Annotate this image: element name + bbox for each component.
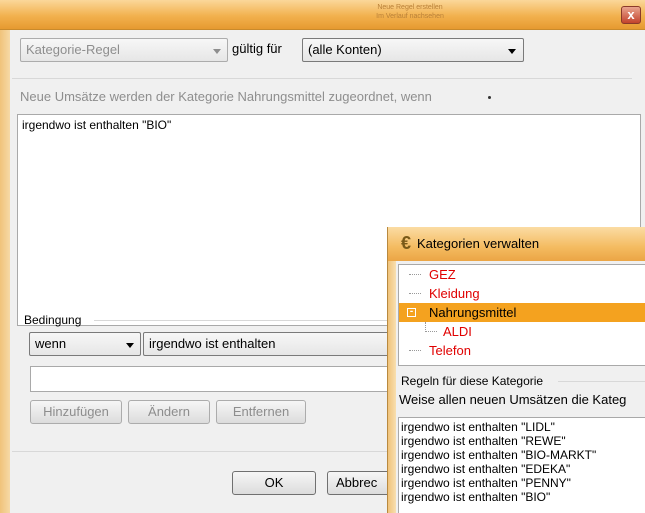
operator-value: wenn — [35, 336, 67, 351]
category-rule-item[interactable]: irgendwo ist enthalten "BIO-MARKT" — [401, 448, 596, 462]
divider — [12, 451, 397, 452]
dot-menu-icon[interactable] — [488, 96, 491, 99]
tree-connector — [425, 322, 426, 332]
divider — [12, 78, 632, 79]
category-rules-list[interactable]: irgendwo ist enthalten "LIDL" irgendwo is… — [398, 417, 645, 513]
category-label: Kleidung — [429, 286, 480, 301]
category-rule-item[interactable]: irgendwo ist enthalten "BIO" — [401, 490, 550, 504]
accounts-dropdown[interactable]: (alle Konten) — [302, 38, 524, 62]
window-frame — [0, 30, 10, 513]
popup-title-bar: € Kategorien verwalten — [388, 227, 645, 261]
rules-description: Weise allen neuen Umsätzen die Kateg — [399, 392, 627, 407]
condition-value-input[interactable] — [30, 366, 394, 392]
collapse-icon[interactable]: - — [407, 307, 416, 317]
close-button[interactable]: x — [621, 6, 641, 24]
tree-connector — [425, 331, 437, 333]
rule-description: Neue Umsätze werden der Kategorie Nahrun… — [20, 89, 432, 104]
rule-type-dropdown[interactable]: Kategorie-Regel — [20, 38, 228, 62]
category-rule-item[interactable]: irgendwo ist enthalten "REWE" — [401, 434, 566, 448]
title-bar: Neue Regel erstellen Im Verlauf nachsehe… — [0, 0, 645, 30]
window-title: Neue Regel erstellen Im Verlauf nachsehe… — [355, 3, 465, 25]
category-tree-item[interactable]: Telefon — [399, 341, 645, 360]
match-type-value: irgendwo ist enthalten — [149, 336, 276, 351]
category-label: Nahrungsmittel — [429, 305, 517, 320]
chevron-down-icon — [126, 343, 134, 348]
tree-connector — [409, 293, 421, 295]
divider — [558, 381, 645, 382]
rules-group-label: Regeln für diese Kategorie — [401, 374, 544, 388]
accounts-value: (alle Konten) — [308, 42, 382, 57]
category-tree-item[interactable]: - Nahrungsmittel — [399, 303, 645, 322]
category-rule-item[interactable]: irgendwo ist enthalten "LIDL" — [401, 420, 555, 434]
category-tree-item[interactable]: GEZ — [399, 265, 645, 284]
window-frame — [388, 261, 396, 513]
tree-connector — [409, 274, 421, 276]
category-rule-item[interactable]: irgendwo ist enthalten "EDEKA" — [401, 462, 570, 476]
popup-title: Kategorien verwalten — [417, 236, 540, 251]
window-title-line: Im Verlauf nachsehen — [376, 13, 444, 20]
euro-icon: € — [400, 233, 411, 253]
category-tree-item[interactable]: Kleidung — [399, 284, 645, 303]
operator-dropdown[interactable]: wenn — [29, 332, 141, 356]
rule-text: irgendwo ist enthalten "BIO" — [22, 118, 172, 132]
window-title-line: Neue Regel erstellen — [377, 4, 443, 11]
ok-button[interactable]: OK — [232, 471, 316, 495]
category-label: Telefon — [429, 343, 471, 358]
category-tree: GEZ Kleidung - Nahrungsmittel ALDI Telefon — [398, 264, 645, 366]
condition-group-label: Bedingung — [24, 313, 82, 327]
close-icon: x — [627, 7, 635, 22]
chevron-down-icon — [213, 49, 221, 54]
tree-connector — [409, 350, 421, 352]
divider — [94, 320, 394, 321]
valid-for-label: gültig für — [232, 41, 282, 56]
add-button[interactable]: Hinzufügen — [30, 400, 122, 424]
rule-type-value: Kategorie-Regel — [26, 42, 120, 57]
category-label: ALDI — [443, 324, 472, 339]
category-tree-item[interactable]: ALDI — [399, 322, 645, 341]
category-manager-window: € Kategorien verwalten GEZ Kleidung - Nahru… — [387, 227, 645, 513]
change-button[interactable]: Ändern — [128, 400, 210, 424]
category-rule-item[interactable]: irgendwo ist enthalten "PENNY" — [401, 476, 571, 490]
chevron-down-icon — [508, 49, 516, 54]
category-label: GEZ — [429, 267, 456, 282]
match-type-dropdown[interactable]: irgendwo ist enthalten — [143, 332, 393, 356]
remove-button[interactable]: Entfernen — [216, 400, 306, 424]
